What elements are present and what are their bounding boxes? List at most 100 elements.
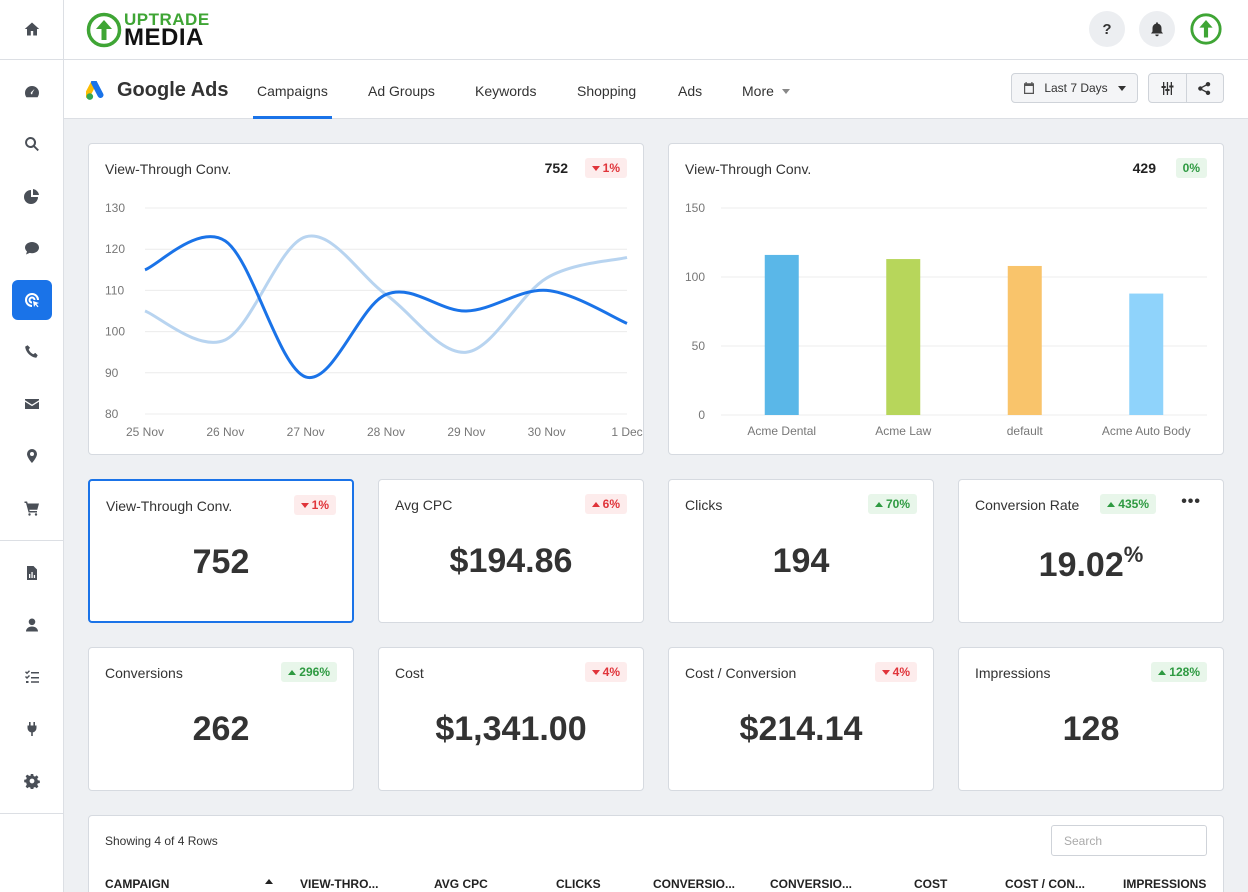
arrow-up-icon: [1107, 502, 1116, 507]
kpi-value-number: 752: [192, 543, 250, 581]
kpi-label: View-Through Conv.: [106, 498, 233, 514]
kpi-change-badge: 296%: [281, 662, 337, 682]
column-header-avg-cpc[interactable]: AVG CPC: [434, 877, 488, 891]
x-tick-label: 26 Nov: [206, 425, 244, 439]
help-icon: ?: [1102, 20, 1112, 38]
email-icon[interactable]: [12, 384, 52, 424]
kpi-change: 296%: [299, 665, 330, 679]
bar: [886, 259, 921, 415]
kpi-value-number: $214.14: [739, 710, 863, 748]
brand-logo[interactable]: UPTRADE MEDIA: [86, 9, 210, 51]
search-icon[interactable]: [12, 124, 52, 164]
column-header-impressions[interactable]: IMPRESSIONS: [1123, 877, 1206, 891]
arrow-up-icon: [874, 502, 883, 507]
help-button[interactable]: ?: [1089, 11, 1125, 47]
column-header-campaign[interactable]: CAMPAIGN: [105, 877, 169, 891]
kpi-change: 4%: [602, 665, 620, 679]
customize-button[interactable]: [1149, 74, 1186, 102]
kpi-value-number: $1,341.00: [435, 710, 587, 748]
kpi-label: Conversion Rate: [975, 497, 1080, 513]
date-range-button[interactable]: Last 7 Days: [1011, 73, 1138, 103]
tab-keywords[interactable]: Keywords: [475, 60, 536, 119]
bar-chart: 0 50 100 150 Acme Dental Acme Law default Acme …: [685, 201, 1207, 438]
x-tick-label: 28 Nov: [367, 425, 405, 439]
tab-ad-groups[interactable]: Ad Groups: [368, 60, 435, 119]
kpi-value-number: 194: [772, 542, 830, 580]
date-range-label: Last 7 Days: [1044, 81, 1108, 95]
series-line-1: [144, 235, 628, 379]
user-icon[interactable]: [12, 605, 52, 645]
x-tick-label: 1 Dec: [611, 425, 642, 439]
pie-chart-icon[interactable]: [12, 176, 52, 216]
plug-icon[interactable]: [12, 709, 52, 749]
home-icon[interactable]: [12, 9, 52, 49]
tab-more-label: More: [742, 83, 774, 99]
column-header-cost-per-conversion[interactable]: COST / CON...: [1005, 877, 1085, 891]
sort-ascending-icon[interactable]: [265, 879, 273, 884]
kpi-card-cost[interactable]: Cost 4% $1,341.00: [378, 647, 644, 791]
kpi-change: 6%: [602, 497, 620, 511]
kpi-change-badge: 1%: [293, 495, 336, 515]
bar-chart-card: View-Through Conv. 429 0% 0 50 100 150 Acme …: [668, 143, 1224, 455]
column-header-clicks[interactable]: CLICKS: [556, 877, 601, 891]
kpi-value: 128: [959, 710, 1223, 749]
location-icon[interactable]: [12, 436, 52, 476]
kpi-label: Impressions: [975, 665, 1051, 681]
tab-campaigns[interactable]: Campaigns: [253, 60, 332, 119]
x-tick-label: 25 Nov: [126, 425, 164, 439]
kpi-card-conversions[interactable]: Conversions 296% 262: [88, 647, 354, 791]
x-tick-label: 27 Nov: [287, 425, 325, 439]
y-tick-label: 80: [105, 407, 119, 421]
column-header-view-through[interactable]: VIEW-THRO...: [300, 877, 378, 891]
dashboard-icon[interactable]: [12, 72, 52, 112]
chat-icon[interactable]: [12, 228, 52, 268]
kpi-value: $194.86: [379, 542, 643, 581]
column-header-conversion-rate[interactable]: CONVERSIO...: [770, 877, 852, 891]
page-title: Google Ads: [117, 79, 229, 101]
report-icon[interactable]: [12, 553, 52, 593]
kpi-value-number: 128: [1062, 710, 1120, 748]
notifications-button[interactable]: [1139, 11, 1175, 47]
logo-line-2: MEDIA: [124, 23, 204, 51]
section-nav: Google Ads Campaigns Ad Groups Keywords …: [64, 60, 1248, 119]
tab-shopping[interactable]: Shopping: [577, 60, 636, 119]
tab-more[interactable]: More: [742, 60, 790, 119]
account-avatar[interactable]: [1188, 11, 1224, 47]
x-tick-label: Acme Law: [875, 424, 931, 438]
column-header-cost[interactable]: COST: [914, 877, 947, 891]
avatar-logo-icon: [1190, 13, 1222, 45]
gear-icon[interactable]: [12, 761, 52, 801]
kpi-card-cost-per-conversion[interactable]: Cost / Conversion 4% $214.14: [668, 647, 934, 791]
kpi-card-conversion-rate[interactable]: Conversion Rate 435% ••• 19.02%: [958, 479, 1224, 623]
kpi-change: 435%: [1118, 497, 1149, 511]
cart-icon[interactable]: [12, 488, 52, 528]
kpi-change-badge: 4%: [874, 662, 917, 682]
kpi-card-clicks[interactable]: Clicks 70% 194: [668, 479, 934, 623]
y-tick-label: 100: [105, 325, 125, 339]
column-header-conversions[interactable]: CONVERSIO...: [653, 877, 735, 891]
bell-icon: [1151, 22, 1163, 37]
google-ads-logo-icon: [86, 80, 104, 100]
kpi-value-number: 262: [192, 710, 250, 748]
more-options-icon[interactable]: •••: [1181, 493, 1201, 511]
table-search-input[interactable]: [1051, 825, 1207, 856]
ads-icon[interactable]: [12, 280, 52, 320]
kpi-label: Cost: [395, 665, 424, 681]
kpi-change-badge: 435%: [1100, 494, 1156, 514]
kpi-change-badge: 128%: [1151, 662, 1207, 682]
y-tick-label: 120: [105, 242, 125, 256]
kpi-label: Conversions: [105, 665, 183, 681]
kpi-card-avg-cpc[interactable]: Avg CPC 6% $194.86: [378, 479, 644, 623]
kpi-card-view-through-conv[interactable]: View-Through Conv. 1% 752: [88, 479, 354, 623]
arrow-down-icon: [300, 503, 309, 508]
phone-icon[interactable]: [12, 332, 52, 372]
tab-ads[interactable]: Ads: [678, 60, 702, 119]
kpi-value: $1,341.00: [379, 710, 643, 749]
kpi-card-impressions[interactable]: Impressions 128% 128: [958, 647, 1224, 791]
bar: [1129, 293, 1164, 415]
x-tick-label: Acme Auto Body: [1102, 424, 1191, 438]
share-button[interactable]: [1185, 74, 1224, 102]
tasks-icon[interactable]: [12, 657, 52, 697]
google-ads-brand: Google Ads: [86, 79, 228, 102]
y-tick-label: 0: [698, 408, 705, 422]
